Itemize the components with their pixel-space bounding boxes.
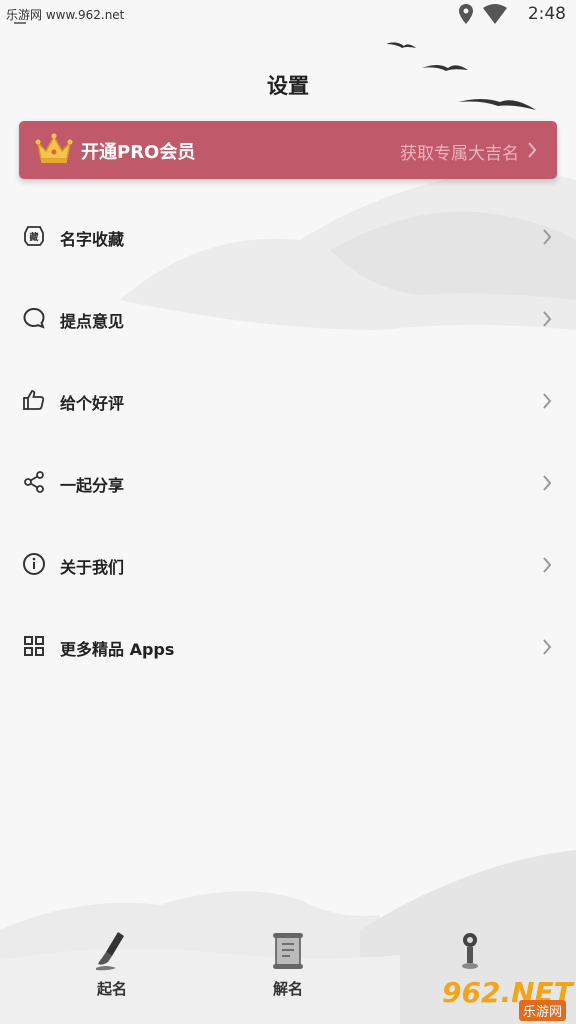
menu-label: 给个好评: [60, 394, 125, 413]
menu-label: 关于我们: [60, 558, 125, 577]
nav-tab-interpret[interactable]: 解名: [248, 930, 328, 1010]
location-icon: [458, 4, 473, 24]
page-title: 设置: [267, 73, 309, 98]
chevron-right-icon: [543, 557, 552, 573]
notification-indicator: [14, 22, 26, 24]
settings-menu-list: 藏 名字收藏 提点意见 给个好评 一起分享 关于我们 更多精品 Apps: [0, 196, 576, 688]
svg-text:藏: 藏: [29, 231, 38, 243]
chevron-right-icon: [543, 311, 552, 327]
menu-label: 提点意见: [60, 312, 125, 331]
settings-screen: 乐游网 www.962.net 2:48 设置 开通PRO会员 获取专属大吉名: [0, 0, 576, 1024]
watermark-cn: 乐游网: [518, 1000, 566, 1021]
menu-item-rate[interactable]: 给个好评: [0, 360, 576, 442]
chat-bubble-icon: [23, 307, 45, 329]
menu-item-about[interactable]: 关于我们: [0, 524, 576, 606]
brush-icon: [96, 932, 124, 971]
chevron-right-icon: [543, 229, 552, 245]
menu-label: 一起分享: [60, 476, 125, 495]
menu-item-feedback[interactable]: 提点意见: [0, 278, 576, 360]
settings-figure-icon: [462, 933, 478, 969]
thumbs-up-icon: [23, 390, 45, 410]
nav-tab-naming[interactable]: 起名: [72, 930, 152, 1010]
info-icon: [23, 553, 45, 575]
battery-icon: [517, 14, 518, 15]
status-bar: 乐游网 www.962.net 2:48: [0, 0, 576, 30]
menu-label: 更多精品 Apps: [60, 640, 175, 659]
status-icons: 2:48: [458, 4, 566, 24]
chevron-right-icon: [543, 393, 552, 409]
collection-seal-icon: 藏: [24, 226, 44, 246]
watermark-logo: 962.NET 乐游网: [434, 976, 573, 1021]
chevron-right-icon: [543, 475, 552, 491]
menu-label: 名字收藏: [60, 230, 125, 249]
share-icon: [24, 471, 44, 493]
pro-membership-banner[interactable]: 开通PRO会员 获取专属大吉名: [19, 121, 557, 179]
crown-icon: [35, 133, 73, 163]
status-time: 2:48: [527, 4, 566, 24]
nav-label: 解名: [272, 980, 303, 998]
pro-membership-label: 开通PRO会员: [81, 142, 196, 163]
nav-label: 起名: [96, 980, 127, 998]
chevron-right-icon: [543, 639, 552, 655]
chevron-right-icon: [528, 142, 537, 158]
watermark-text: 乐游网 www.962.net: [6, 8, 125, 22]
menu-item-share[interactable]: 一起分享: [0, 442, 576, 524]
pro-membership-subtitle: 获取专属大吉名: [400, 144, 519, 164]
scroll-icon: [273, 933, 303, 969]
grid-icon: [24, 636, 44, 656]
wifi-icon: [482, 4, 507, 24]
menu-item-favorites[interactable]: 藏 名字收藏: [0, 196, 576, 278]
menu-item-more-apps[interactable]: 更多精品 Apps: [0, 606, 576, 688]
